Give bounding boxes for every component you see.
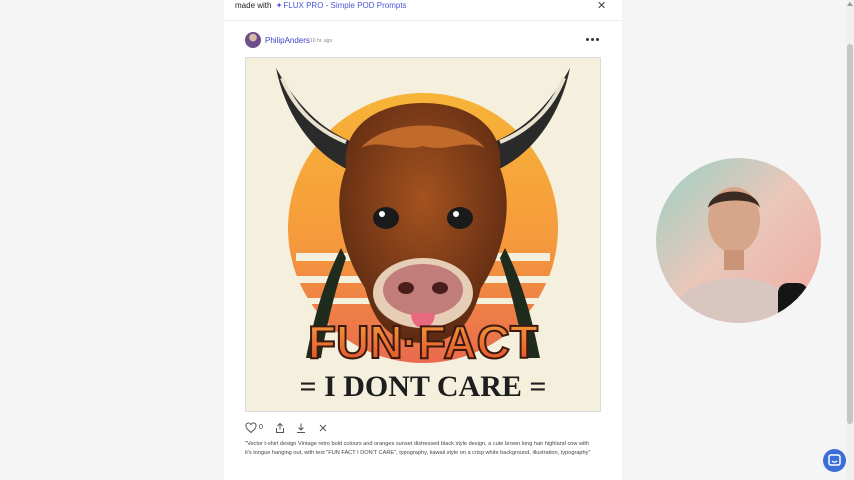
- more-icon[interactable]: [586, 33, 600, 45]
- heart-icon[interactable]: [245, 421, 259, 435]
- download-icon[interactable]: [295, 421, 309, 435]
- made-with-prefix: made with: [235, 1, 272, 10]
- prompt-text: "Vector t-shirt design Vintage retro bol…: [245, 441, 591, 456]
- tshirt-design-artwork: FUN·FACT = I DONT CARE =: [246, 58, 600, 411]
- post-timestamp: 10 hr. ago: [310, 38, 333, 44]
- username-link[interactable]: PhilipAnders: [265, 36, 310, 45]
- post-card: made with ✦FLUX PRO - Simple POD Prompts…: [224, 0, 622, 480]
- avatar[interactable]: [245, 32, 261, 48]
- post-header-bar: made with ✦FLUX PRO - Simple POD Prompts…: [224, 0, 622, 21]
- sparkle-icon: ✦: [275, 1, 283, 10]
- artwork-headline: FUN·FACT: [308, 316, 538, 368]
- made-with-text: made with ✦FLUX PRO - Simple POD Prompts: [235, 1, 407, 10]
- chat-icon[interactable]: [823, 449, 846, 472]
- close-small-icon[interactable]: [317, 421, 331, 435]
- made-with-link[interactable]: FLUX PRO - Simple POD Prompts: [283, 1, 406, 10]
- webcam-overlay: [656, 158, 821, 323]
- scrollbar-thumb[interactable]: [847, 44, 853, 424]
- like-count: 0: [259, 424, 263, 431]
- generated-image[interactable]: FUN·FACT = I DONT CARE =: [245, 57, 601, 412]
- share-icon[interactable]: [274, 421, 288, 435]
- artwork-subline: = I DONT CARE =: [299, 370, 546, 403]
- scroll-up-arrow[interactable]: [847, 2, 853, 6]
- page-scrollbar[interactable]: [846, 0, 854, 480]
- close-icon[interactable]: ✕: [597, 0, 606, 12]
